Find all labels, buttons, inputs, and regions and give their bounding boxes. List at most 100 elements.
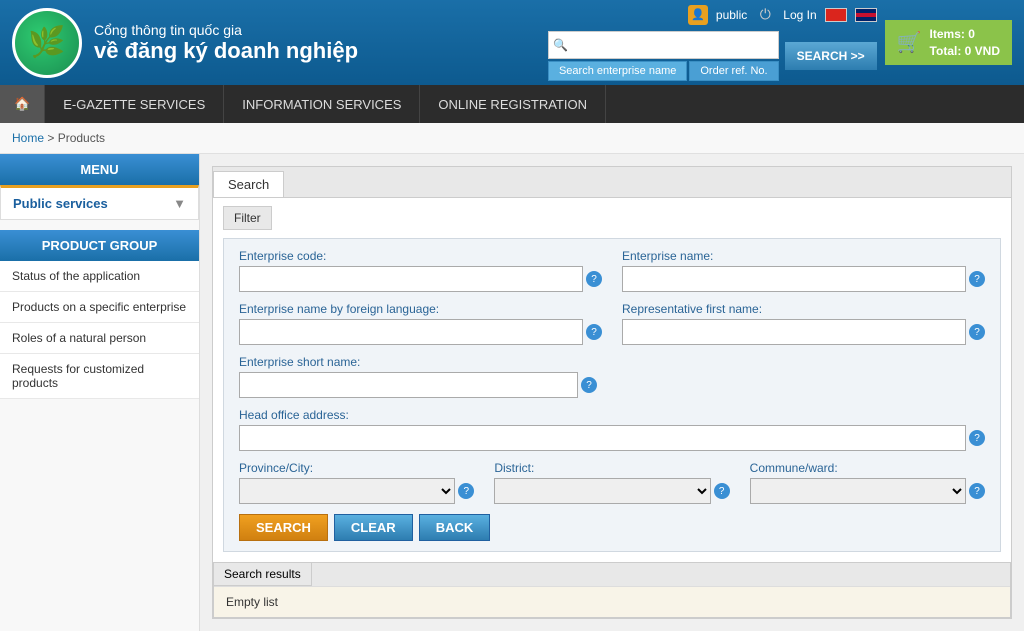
home-button[interactable]: 🏠 <box>0 85 45 123</box>
sidebar-product-group-title: PRODUCT GROUP <box>0 230 199 261</box>
site-title: Cổng thông tin quốc gia về đăng ký doanh… <box>94 22 358 64</box>
enterprise-name-input[interactable] <box>622 266 966 292</box>
sidebar-item-roles[interactable]: Roles of a natural person <box>0 323 199 354</box>
sidebar-item-products-enterprise[interactable]: Products on a specific enterprise <box>0 292 199 323</box>
enterprise-foreign-help-icon[interactable]: ? <box>586 324 602 340</box>
form-row-4: Head office address: ? <box>239 408 985 451</box>
header-right: 👤 public ⏻ Log In 🔍 Search enterprise na… <box>548 5 877 81</box>
site-line2: về đăng ký doanh nghiệp <box>94 38 358 64</box>
commune-select[interactable] <box>750 478 966 504</box>
cart-area[interactable]: 🛒 Items: 0 Total: 0 VND <box>885 20 1012 66</box>
main-layout: MENU Public services ▼ PRODUCT GROUP Sta… <box>0 154 1024 631</box>
user-icon: 👤 <box>688 5 708 25</box>
form-row-5: Province/City: ? District: ? <box>239 461 985 504</box>
enterprise-code-input[interactable] <box>239 266 583 292</box>
power-icon[interactable]: ⏻ <box>755 5 775 25</box>
province-select-wrap: ? <box>239 478 474 504</box>
commune-select-wrap: ? <box>750 478 985 504</box>
clear-button[interactable]: CLEAR <box>334 514 413 541</box>
tab-strip: Search <box>213 167 1011 198</box>
district-select[interactable] <box>494 478 710 504</box>
sidebar-public-services-label: Public services <box>13 196 108 211</box>
navbar: 🏠 E-GAZETTE SERVICES INFORMATION SERVICE… <box>0 85 1024 123</box>
search-icon: 🔍 <box>553 38 568 52</box>
district-select-wrap: ? <box>494 478 729 504</box>
enterprise-name-help-icon[interactable]: ? <box>969 271 985 287</box>
district-group: District: ? <box>494 461 729 504</box>
representative-input[interactable] <box>622 319 966 345</box>
enterprise-code-label: Enterprise code: <box>239 249 602 263</box>
province-label: Province/City: <box>239 461 474 475</box>
chevron-down-icon: ▼ <box>173 196 186 211</box>
sidebar-item-status[interactable]: Status of the application <box>0 261 199 292</box>
enterprise-code-group: Enterprise code: ? <box>239 249 602 292</box>
commune-help-icon[interactable]: ? <box>969 483 985 499</box>
nav-information[interactable]: INFORMATION SERVICES <box>224 85 420 123</box>
enterprise-name-label: Enterprise name: <box>622 249 985 263</box>
global-search-button[interactable]: SEARCH >> <box>785 42 877 70</box>
enterprise-foreign-input-wrap: ? <box>239 319 602 345</box>
filter-section: Enterprise code: ? Enterprise name: ? <box>223 238 1001 552</box>
nav-egazette[interactable]: E-GAZETTE SERVICES <box>45 85 224 123</box>
breadcrumb-home[interactable]: Home <box>12 131 44 145</box>
representative-input-wrap: ? <box>622 319 985 345</box>
results-header: Search results <box>213 562 312 586</box>
search-tab-enterprise[interactable]: Search enterprise name <box>548 61 687 81</box>
breadcrumb-current: Products <box>58 131 105 145</box>
enterprise-code-help-icon[interactable]: ? <box>586 271 602 287</box>
head-office-help-icon[interactable]: ? <box>969 430 985 446</box>
flag-en-icon[interactable] <box>855 8 877 22</box>
form-row-3: Enterprise short name: ? <box>239 355 985 398</box>
representative-help-icon[interactable]: ? <box>969 324 985 340</box>
site-line1: Cổng thông tin quốc gia <box>94 22 358 38</box>
user-label: public <box>716 8 747 22</box>
logo-leaf-icon: 🌿 <box>28 25 65 60</box>
commune-group: Commune/ward: ? <box>750 461 985 504</box>
sidebar: MENU Public services ▼ PRODUCT GROUP Sta… <box>0 154 200 631</box>
sidebar-menu-title: MENU <box>0 154 199 185</box>
breadcrumb-separator: > <box>47 131 57 145</box>
enterprise-name-input-wrap: ? <box>622 266 985 292</box>
user-bar: 👤 public ⏻ Log In <box>688 5 877 25</box>
enterprise-code-input-wrap: ? <box>239 266 602 292</box>
enterprise-short-label: Enterprise short name: <box>239 355 597 369</box>
cart-total: Total: 0 VND <box>930 43 1000 60</box>
breadcrumb: Home > Products <box>0 123 1024 154</box>
enterprise-foreign-group: Enterprise name by foreign language: ? <box>239 302 602 345</box>
login-button[interactable]: Log In <box>783 8 816 22</box>
cart-icon: 🛒 <box>897 30 922 55</box>
search-tab[interactable]: Search <box>213 171 284 197</box>
form-row-2: Enterprise name by foreign language: ? R… <box>239 302 985 345</box>
spacer-group <box>617 355 985 398</box>
search-tab-order[interactable]: Order ref. No. <box>689 61 778 81</box>
action-row: SEARCH CLEAR BACK <box>239 514 985 541</box>
sidebar-item-customized[interactable]: Requests for customized products <box>0 354 199 399</box>
enterprise-foreign-input[interactable] <box>239 319 583 345</box>
enterprise-short-help-icon[interactable]: ? <box>581 377 597 393</box>
flag-vn-icon[interactable] <box>825 8 847 22</box>
filter-header: Filter <box>223 206 272 230</box>
search-button[interactable]: SEARCH <box>239 514 328 541</box>
commune-label: Commune/ward: <box>750 461 985 475</box>
district-help-icon[interactable]: ? <box>714 483 730 499</box>
form-row-1: Enterprise code: ? Enterprise name: ? <box>239 249 985 292</box>
header: 🌿 Cổng thông tin quốc gia về đăng ký doa… <box>0 0 1024 85</box>
head-office-input-wrap: ? <box>239 425 985 451</box>
head-office-input[interactable] <box>239 425 966 451</box>
back-button[interactable]: BACK <box>419 514 491 541</box>
logo: 🌿 <box>12 8 82 78</box>
province-help-icon[interactable]: ? <box>458 483 474 499</box>
cart-items: Items: 0 <box>930 26 1000 43</box>
search-bar: 🔍 Search enterprise name Order ref. No. … <box>548 31 877 81</box>
enterprise-name-group: Enterprise name: ? <box>622 249 985 292</box>
sidebar-public-services[interactable]: Public services ▼ <box>0 185 199 220</box>
search-input[interactable] <box>568 38 758 52</box>
enterprise-short-input[interactable] <box>239 372 578 398</box>
head-office-label: Head office address: <box>239 408 985 422</box>
nav-registration[interactable]: ONLINE REGISTRATION <box>420 85 606 123</box>
province-select[interactable] <box>239 478 455 504</box>
district-label: District: <box>494 461 729 475</box>
representative-group: Representative first name: ? <box>622 302 985 345</box>
province-group: Province/City: ? <box>239 461 474 504</box>
search-panel: Search Filter Enterprise code: ? Enterpr… <box>212 166 1012 619</box>
